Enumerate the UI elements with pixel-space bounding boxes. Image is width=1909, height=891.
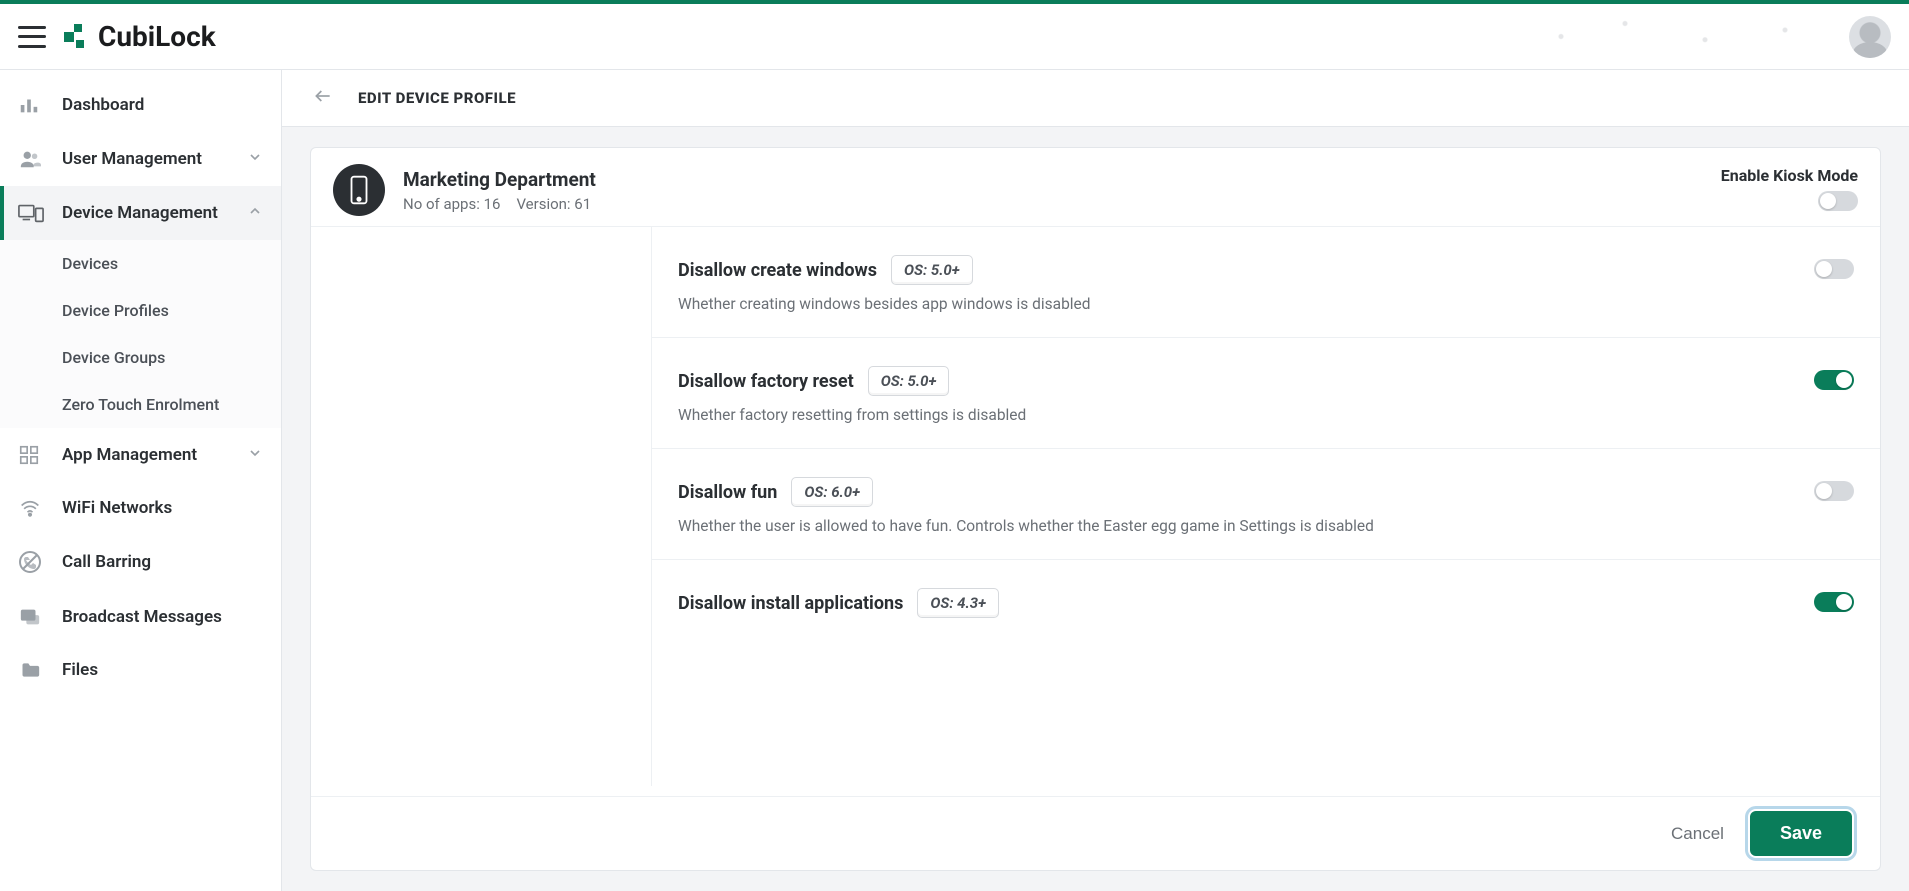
save-button[interactable]: Save (1750, 811, 1852, 856)
sidebar-item-app-management[interactable]: App Management (0, 428, 281, 482)
setting-name: Disallow create windows (678, 260, 877, 281)
sidebar-item-broadcast-messages[interactable]: Broadcast Messages (0, 590, 281, 644)
profile-version: Version: 61 (516, 195, 591, 213)
sidebar-item-files[interactable]: Files (0, 644, 281, 696)
os-badge: OS: 4.3+ (917, 588, 999, 618)
sidebar-item-user-management[interactable]: User Management (0, 132, 281, 186)
profile-card: Marketing Department No of apps: 16 Vers… (310, 147, 1881, 871)
sidebar-item-label: WiFi Networks (62, 498, 172, 518)
page-title: EDIT DEVICE PROFILE (358, 89, 516, 107)
setting-description: Whether the user is allowed to have fun.… (678, 517, 1794, 535)
user-avatar-icon[interactable] (1849, 16, 1891, 58)
sidebar-sub-device-groups[interactable]: Device Groups (0, 334, 281, 381)
os-badge: OS: 6.0+ (791, 477, 873, 507)
setting-row-disallow-factory-reset: Disallow factory reset OS: 5.0+ Whether … (652, 338, 1880, 449)
devices-icon (18, 202, 46, 224)
sidebar-item-label: Dashboard (62, 95, 144, 115)
back-arrow-icon[interactable] (310, 86, 336, 110)
decorative-dots (1529, 4, 1849, 69)
sidebar-item-label: User Management (62, 149, 202, 169)
setting-row-disallow-install-applications: Disallow install applications OS: 4.3+ (652, 560, 1880, 636)
sidebar-item-label: Broadcast Messages (62, 607, 222, 627)
sidebar-item-label: Files (62, 660, 98, 680)
wifi-icon (18, 498, 46, 518)
sidebar-sub-zero-touch[interactable]: Zero Touch Enrolment (0, 381, 281, 428)
setting-name: Disallow install applications (678, 593, 903, 614)
setting-toggle[interactable] (1814, 370, 1854, 390)
apps-icon (18, 444, 46, 466)
kiosk-mode-label: Enable Kiosk Mode (1721, 166, 1858, 185)
setting-description: Whether factory resetting from settings … (678, 406, 1794, 424)
sidebar-sub-device-profiles[interactable]: Device Profiles (0, 287, 281, 334)
setting-toggle[interactable] (1814, 259, 1854, 279)
sidebar-sub-label: Device Groups (62, 348, 165, 367)
folder-icon (18, 660, 46, 680)
os-badge: OS: 5.0+ (891, 255, 973, 285)
messages-icon (18, 606, 46, 628)
sidebar-sub-devices[interactable]: Devices (0, 240, 281, 287)
profile-name: Marketing Department (403, 168, 596, 191)
setting-name: Disallow factory reset (678, 371, 854, 392)
setting-toggle[interactable] (1814, 481, 1854, 501)
topbar: CubiLock (0, 4, 1909, 70)
settings-left-gutter (311, 227, 651, 786)
settings-scroll[interactable]: Disallow create windows OS: 5.0+ Whether… (311, 227, 1880, 796)
card-footer: Cancel Save (311, 796, 1880, 870)
sidebar-item-wifi-networks[interactable]: WiFi Networks (0, 482, 281, 534)
setting-toggle[interactable] (1814, 592, 1854, 612)
sidebar-item-label: Call Barring (62, 552, 151, 572)
device-management-subgroup: Devices Device Profiles Device Groups Ze… (0, 240, 281, 428)
sidebar-item-dashboard[interactable]: Dashboard (0, 78, 281, 132)
sidebar-item-label: Device Management (62, 203, 218, 223)
main: EDIT DEVICE PROFILE Marketing Department… (282, 70, 1909, 891)
setting-description: Whether creating windows besides app win… (678, 295, 1794, 313)
bar-chart-icon (18, 94, 46, 116)
cancel-button[interactable]: Cancel (1671, 824, 1724, 844)
sidebar-item-label: App Management (62, 445, 197, 465)
brand[interactable]: CubiLock (60, 20, 216, 53)
chevron-down-icon (247, 445, 263, 466)
setting-row-disallow-create-windows: Disallow create windows OS: 5.0+ Whether… (652, 227, 1880, 338)
brand-name: CubiLock (98, 20, 216, 53)
profile-card-header: Marketing Department No of apps: 16 Vers… (311, 148, 1880, 227)
users-icon (18, 148, 46, 170)
sidebar-item-device-management[interactable]: Device Management (0, 186, 281, 240)
sidebar-item-call-barring[interactable]: Call Barring (0, 534, 281, 590)
brand-logo-icon (60, 22, 90, 52)
call-barring-icon (18, 550, 46, 574)
chevron-up-icon (247, 203, 263, 224)
setting-name: Disallow fun (678, 482, 777, 503)
page-header: EDIT DEVICE PROFILE (282, 70, 1909, 127)
os-badge: OS: 5.0+ (868, 366, 950, 396)
profile-apps-count: No of apps: 16 (403, 195, 500, 213)
chevron-down-icon (247, 149, 263, 170)
kiosk-mode-toggle[interactable] (1818, 191, 1858, 211)
sidebar-sub-label: Device Profiles (62, 301, 169, 320)
settings-list: Disallow create windows OS: 5.0+ Whether… (651, 227, 1880, 786)
sidebar-sub-label: Zero Touch Enrolment (62, 395, 219, 414)
hamburger-menu-icon[interactable] (18, 26, 46, 48)
sidebar: Dashboard User Management Device Managem… (0, 70, 282, 891)
sidebar-sub-label: Devices (62, 254, 118, 273)
phone-icon (333, 164, 385, 216)
setting-row-disallow-fun: Disallow fun OS: 6.0+ Whether the user i… (652, 449, 1880, 560)
